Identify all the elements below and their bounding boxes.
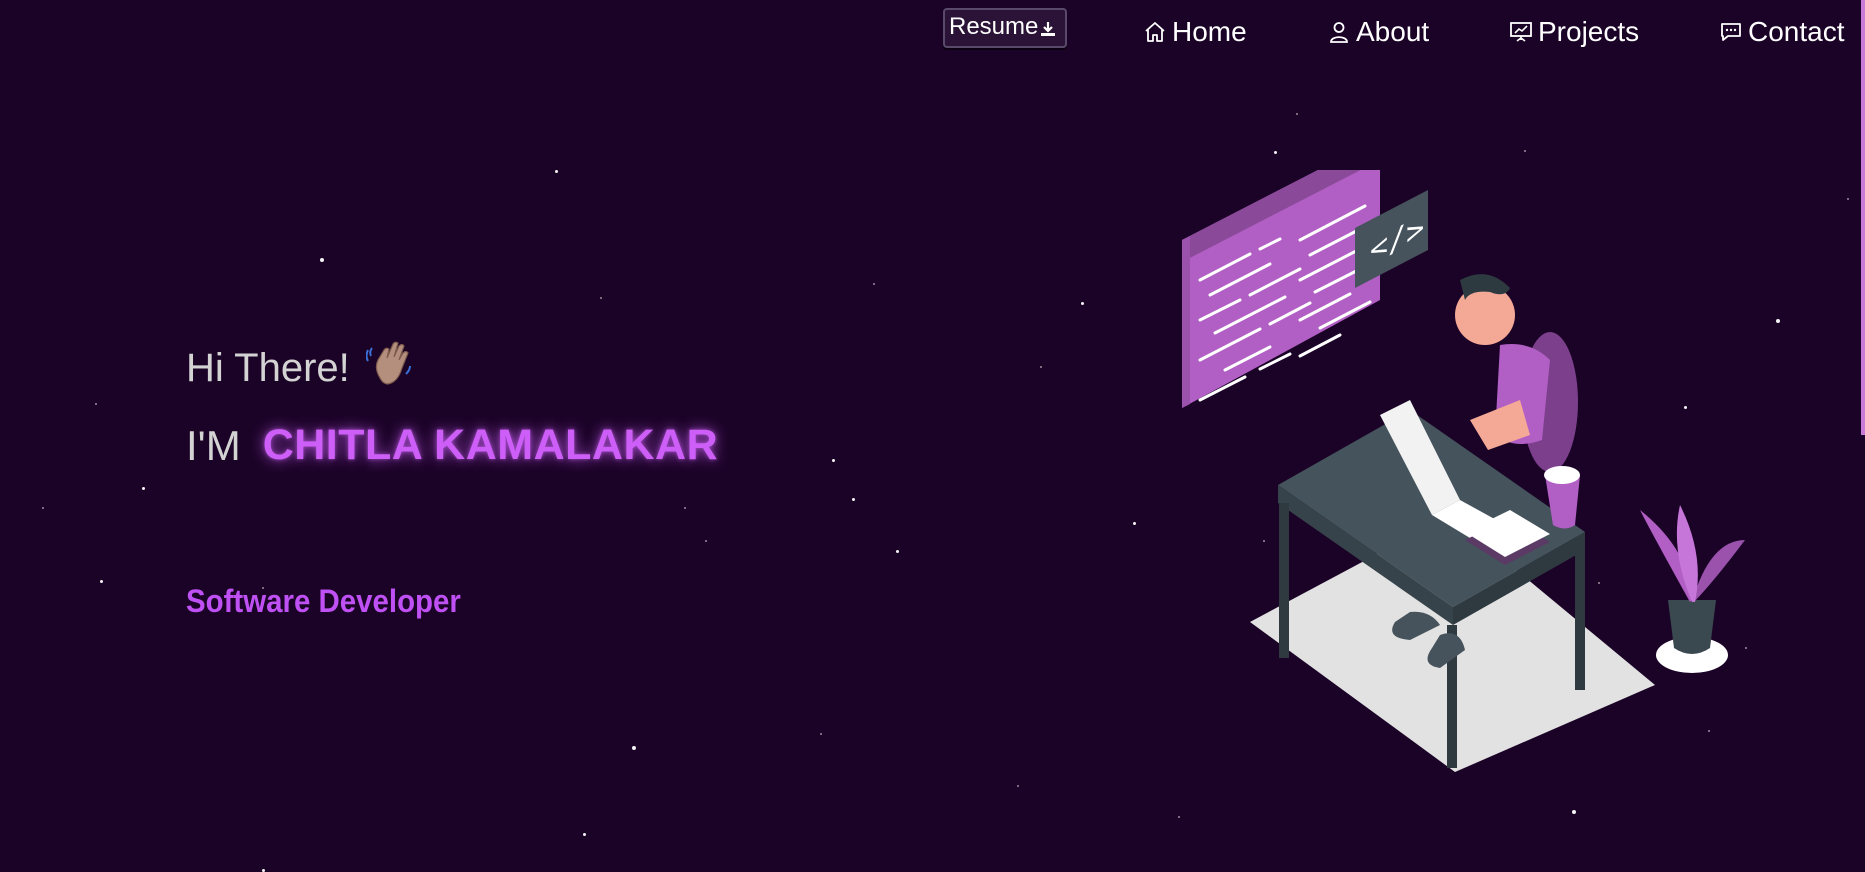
star — [896, 550, 899, 553]
star — [1776, 319, 1780, 323]
star — [600, 297, 602, 299]
resume-label: Resume — [949, 13, 1039, 40]
star — [583, 833, 586, 836]
star — [1081, 302, 1084, 305]
role-typewriter: Software Developer — [186, 583, 461, 619]
star — [873, 283, 875, 285]
star — [832, 459, 835, 462]
developer-at-desk-illustration: </> — [1182, 170, 1745, 772]
star — [555, 170, 558, 173]
star — [1040, 366, 1042, 368]
star — [320, 258, 324, 262]
star — [1847, 198, 1849, 200]
resume-button[interactable]: Resume — [943, 8, 1067, 48]
nav-projects-label: Projects — [1538, 16, 1640, 47]
star — [1296, 113, 1298, 115]
download-icon — [1041, 22, 1056, 36]
star — [852, 498, 855, 501]
intro-heading: I'M CHITLA KAMALAKAR — [186, 421, 718, 470]
greeting-heading: Hi There! — [186, 338, 414, 398]
navbar: Resume Home About Projects Contact — [0, 0, 1865, 60]
star — [632, 746, 636, 750]
scrollbar[interactable] — [1861, 0, 1865, 435]
star — [100, 580, 103, 583]
star — [1524, 150, 1526, 152]
intro-prefix: I'M — [186, 421, 241, 469]
nav-about-label: About — [1356, 16, 1430, 47]
star — [1178, 816, 1180, 818]
home-icon — [1145, 22, 1165, 42]
nav-home-label: Home — [1172, 16, 1247, 47]
nav-home-link[interactable]: Home — [1143, 14, 1247, 50]
star — [1017, 785, 1019, 787]
waving-hand-icon — [365, 338, 414, 398]
chat-bubble-icon — [1721, 23, 1741, 41]
star — [820, 733, 822, 735]
star — [1133, 522, 1136, 525]
developer-name: CHITLA KAMALAKAR — [262, 421, 719, 469]
nav-about-link[interactable]: About — [1327, 14, 1429, 50]
star — [42, 507, 44, 509]
star — [1274, 151, 1277, 154]
star — [95, 403, 97, 405]
nav-contact-link[interactable]: Contact — [1719, 14, 1845, 50]
user-icon — [1330, 22, 1348, 43]
greeting-text: Hi There! — [186, 345, 350, 390]
star — [142, 487, 145, 490]
nav-projects-link[interactable]: Projects — [1509, 14, 1639, 50]
star — [1572, 810, 1576, 814]
portfolio-page: Resume Home About Projects Contact Hi Th… — [0, 0, 1865, 872]
star — [684, 507, 686, 509]
star — [705, 540, 707, 542]
nav-contact-label: Contact — [1748, 16, 1845, 47]
presentation-chart-icon — [1510, 22, 1532, 42]
